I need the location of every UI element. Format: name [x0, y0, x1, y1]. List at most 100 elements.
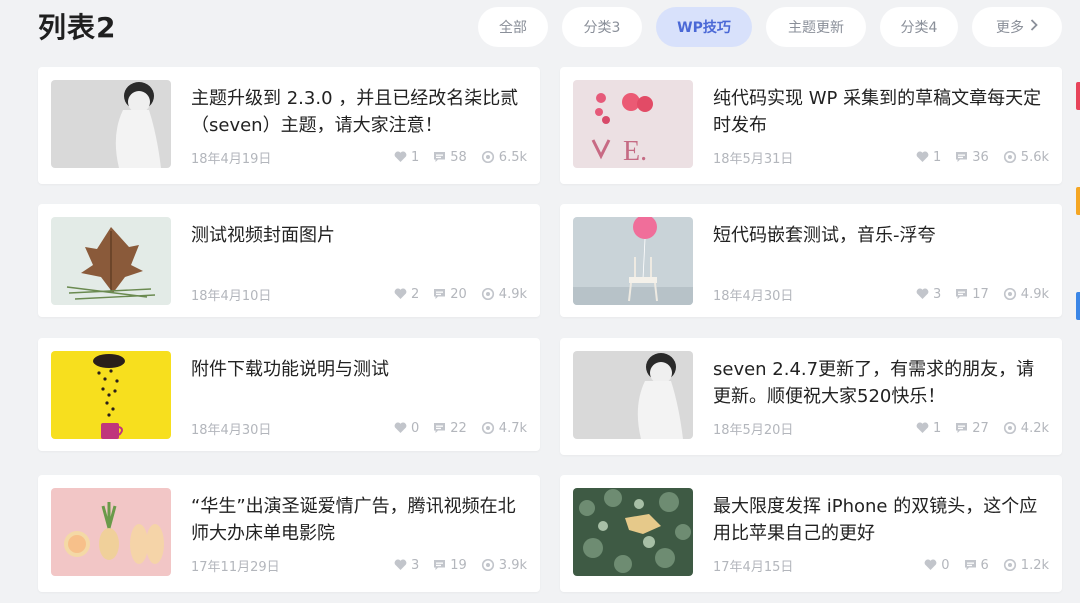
side-marker-orange: [1076, 187, 1080, 215]
comment-count-value: 58: [450, 149, 467, 165]
comment-count[interactable]: 27: [955, 421, 989, 436]
comment-count[interactable]: 22: [433, 421, 467, 436]
like-count[interactable]: 1: [916, 150, 941, 165]
like-count[interactable]: 1: [394, 150, 419, 165]
post-meta: 17年11月29日 3 19 3.9k: [191, 555, 527, 575]
view-count-value: 4.2k: [1020, 420, 1049, 436]
view-count: 4.2k: [1003, 421, 1049, 436]
like-count-value: 1: [932, 149, 942, 165]
comment-count[interactable]: 6: [964, 558, 989, 573]
post-date: 18年4月30日: [191, 422, 272, 438]
tab-category4[interactable]: 分类4: [880, 7, 958, 47]
comment-count[interactable]: 17: [955, 287, 989, 302]
post-thumbnail[interactable]: [51, 217, 171, 305]
post-card[interactable]: 主题升级到 2.3.0 ，并且已经改名柒比贰（seven）主题，请大家注意！ 1…: [38, 67, 540, 184]
post-meta: 18年5月20日 1 27 4.2k: [713, 418, 1049, 438]
eye-icon: [481, 422, 494, 434]
comment-icon: [434, 152, 446, 162]
like-count-value: 1: [410, 149, 420, 165]
heart-icon: [394, 559, 407, 570]
post-date: 18年5月31日: [713, 151, 794, 167]
like-count[interactable]: 1: [916, 421, 941, 436]
comment-count-value: 17: [972, 286, 989, 302]
comment-icon: [956, 289, 968, 299]
post-meta: 17年4月15日 0 6 1.2k: [713, 555, 1049, 575]
post-card[interactable]: 测试视频封面图片 18年4月10日 2 20 4.9k: [38, 204, 540, 317]
post-date: 18年5月20日: [713, 422, 794, 438]
post-title[interactable]: 主题升级到 2.3.0 ，并且已经改名柒比贰（seven）主题，请大家注意！: [191, 85, 521, 139]
tab-all[interactable]: 全部: [478, 7, 548, 47]
tab-label: WP技巧: [677, 20, 731, 36]
comment-icon: [434, 423, 446, 433]
tab-category3[interactable]: 分类3: [562, 7, 642, 47]
post-thumbnail[interactable]: [51, 80, 171, 168]
post-title[interactable]: 纯代码实现 WP 采集到的草稿文章每天定时发布: [713, 85, 1043, 139]
like-count-value: 3: [932, 286, 942, 302]
post-card[interactable]: 最大限度发挥 iPhone 的双镜头，这个应用比苹果自己的更好 17年4月15日…: [560, 475, 1062, 592]
post-thumbnail[interactable]: E.: [573, 80, 693, 168]
comment-icon: [434, 289, 446, 299]
like-count[interactable]: 0: [924, 558, 950, 573]
comment-icon: [956, 152, 968, 162]
heart-icon: [916, 288, 929, 299]
like-count[interactable]: 0: [394, 421, 419, 436]
post-card[interactable]: E. 纯代码实现 WP 采集到的草稿文章每天定时发布 18年5月31日 1 36…: [560, 67, 1062, 184]
post-card[interactable]: seven 2.4.7更新了，有需求的朋友，请更新。顺便祝大家520快乐！ 18…: [560, 338, 1062, 455]
post-thumbnail[interactable]: [573, 217, 693, 305]
comment-count[interactable]: 20: [433, 287, 467, 302]
eye-icon: [1003, 151, 1016, 163]
post-title[interactable]: 最大限度发挥 iPhone 的双镜头，这个应用比苹果自己的更好: [713, 493, 1043, 547]
post-card[interactable]: 附件下载功能说明与测试 18年4月30日 0 22 4.7k: [38, 338, 540, 451]
chevron-right-icon: [1030, 19, 1038, 35]
view-count: 4.9k: [1003, 287, 1049, 302]
comment-icon: [434, 560, 446, 570]
post-title[interactable]: 测试视频封面图片: [191, 222, 521, 249]
comment-count[interactable]: 19: [433, 558, 467, 573]
post-card[interactable]: 短代码嵌套测试，音乐-浮夸 18年4月30日 3 17 4.9k: [560, 204, 1062, 317]
tab-label: 更多: [996, 20, 1024, 36]
post-thumbnail[interactable]: [51, 488, 171, 576]
tab-theme-updates[interactable]: 主题更新: [766, 7, 866, 47]
comment-count[interactable]: 58: [433, 150, 467, 165]
heart-icon: [924, 559, 937, 570]
comment-count-value: 22: [450, 420, 467, 436]
eye-icon: [1003, 422, 1016, 434]
view-count-value: 4.9k: [498, 286, 527, 302]
view-count-value: 3.9k: [498, 557, 527, 573]
like-count-value: 1: [932, 420, 942, 436]
like-count[interactable]: 3: [394, 558, 419, 573]
eye-icon: [481, 559, 494, 571]
tab-wp-tips[interactable]: WP技巧: [656, 7, 752, 47]
post-title[interactable]: 短代码嵌套测试，音乐-浮夸: [713, 222, 1043, 249]
post-card[interactable]: “华生”出演圣诞爱情广告，腾讯视频在北师大办床单电影院 17年11月29日 3 …: [38, 475, 540, 592]
comment-icon: [964, 560, 976, 570]
like-count-value: 3: [410, 557, 420, 573]
view-count: 1.2k: [1003, 558, 1049, 573]
post-title[interactable]: “华生”出演圣诞爱情广告，腾讯视频在北师大办床单电影院: [191, 493, 521, 547]
eye-icon: [1003, 559, 1016, 571]
like-count[interactable]: 3: [916, 287, 941, 302]
tab-more[interactable]: 更多: [972, 7, 1062, 47]
comment-count-value: 27: [972, 420, 989, 436]
post-meta: 18年4月30日 3 17 4.9k: [713, 284, 1049, 304]
post-thumbnail[interactable]: [51, 351, 171, 439]
post-date: 18年4月10日: [191, 288, 272, 304]
post-title[interactable]: seven 2.4.7更新了，有需求的朋友，请更新。顺便祝大家520快乐！: [713, 356, 1043, 410]
heart-icon: [394, 422, 407, 433]
like-count[interactable]: 2: [394, 287, 419, 302]
page-title: 列表2: [38, 11, 117, 44]
post-date: 17年11月29日: [191, 559, 280, 575]
post-title[interactable]: 附件下载功能说明与测试: [191, 356, 521, 383]
post-thumbnail[interactable]: [573, 488, 693, 576]
post-thumbnail[interactable]: [573, 351, 693, 439]
post-meta: 18年4月30日 0 22 4.7k: [191, 418, 527, 438]
comment-count-value: 36: [972, 149, 989, 165]
tab-label: 分类3: [583, 20, 621, 36]
side-marker-red: [1076, 82, 1080, 110]
post-date: 18年4月19日: [191, 151, 272, 167]
view-count: 4.7k: [481, 421, 527, 436]
post-date: 18年4月30日: [713, 288, 794, 304]
view-count: 5.6k: [1003, 150, 1049, 165]
comment-count[interactable]: 36: [955, 150, 989, 165]
view-count-value: 5.6k: [1020, 149, 1049, 165]
